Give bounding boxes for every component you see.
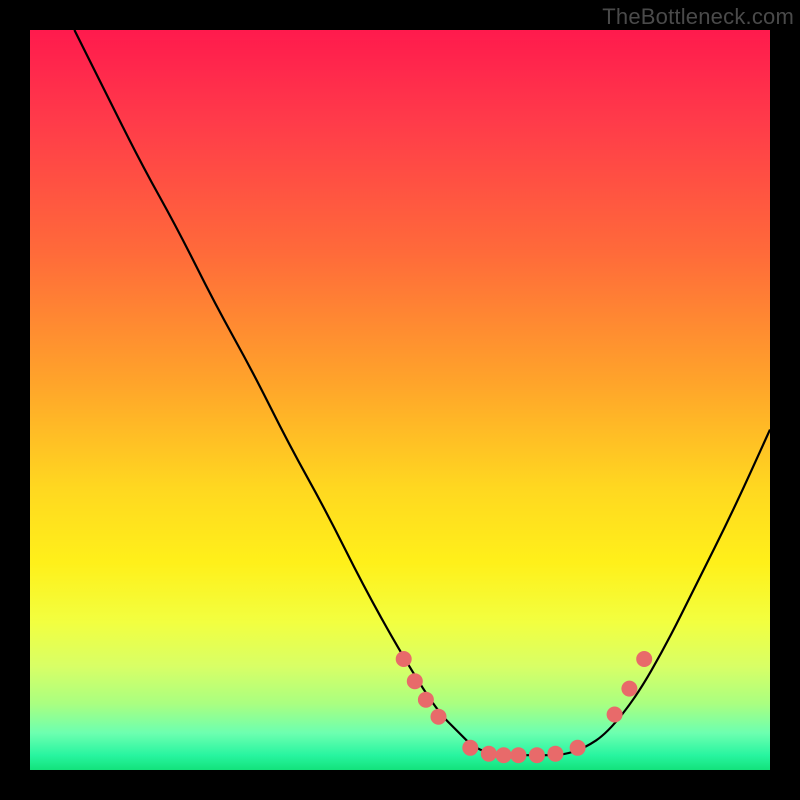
- marker-dot: [431, 709, 447, 725]
- marker-dot: [496, 747, 512, 763]
- marker-dot: [621, 681, 637, 697]
- marker-dot: [636, 651, 652, 667]
- plot-area: [30, 30, 770, 770]
- marker-dot: [510, 747, 526, 763]
- curve-svg: [30, 30, 770, 770]
- marker-dot: [547, 746, 563, 762]
- marker-dot: [529, 747, 545, 763]
- marker-dot: [396, 651, 412, 667]
- marker-group: [396, 651, 653, 763]
- chart-frame: TheBottleneck.com: [0, 0, 800, 800]
- marker-dot: [407, 673, 423, 689]
- marker-dot: [607, 707, 623, 723]
- marker-dot: [418, 692, 434, 708]
- marker-dot: [570, 740, 586, 756]
- bottleneck-curve: [74, 30, 770, 755]
- marker-dot: [462, 740, 478, 756]
- watermark-text: TheBottleneck.com: [602, 4, 794, 30]
- marker-dot: [481, 746, 497, 762]
